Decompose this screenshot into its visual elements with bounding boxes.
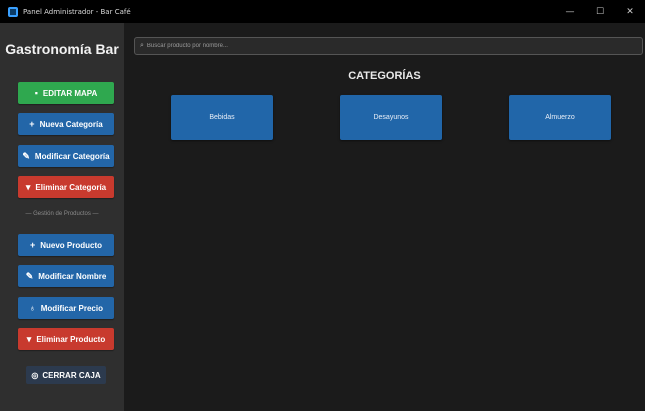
section-label-productos: — Gestión de Productos — xyxy=(25,211,99,217)
cerrar-caja-label: CERRAR CAJA xyxy=(42,370,101,380)
window-controls: — ☐ ✕ xyxy=(555,0,645,23)
editar-mapa-button[interactable]: ▪ EDITAR MAPA xyxy=(18,82,114,104)
pencil-icon: ✎ xyxy=(25,270,34,281)
category-card-bebidas[interactable]: Bebidas xyxy=(171,95,273,140)
window-title: Panel Administrador - Bar Café xyxy=(23,7,131,16)
search-icon: ⌕ xyxy=(140,42,144,49)
categories-title: CATEGORÍAS xyxy=(348,70,421,82)
plus-icon: + xyxy=(29,118,35,129)
nuevo-producto-button[interactable]: + Nuevo Producto xyxy=(18,234,114,256)
money-bag-icon: ♁ xyxy=(29,302,36,313)
eliminar-categoria-button[interactable]: ▾ Eliminar Categoría xyxy=(18,176,114,198)
trash-icon: ▾ xyxy=(25,181,31,192)
search-bar[interactable]: ⌕ xyxy=(134,37,643,55)
nueva-categoria-label: Nueva Categoría xyxy=(39,119,103,129)
plus-icon: + xyxy=(29,239,36,250)
main-panel: ⌕ CATEGORÍAS Bebidas Desayunos Almuerzo xyxy=(124,23,645,411)
eliminar-producto-label: Eliminar Producto xyxy=(36,334,106,344)
app-icon xyxy=(8,6,18,17)
cerrar-caja-button[interactable]: ◎ CERRAR CAJA xyxy=(26,366,106,384)
category-label: Almuerzo xyxy=(545,114,575,121)
modificar-precio-label: Modificar Precio xyxy=(40,303,103,313)
map-icon: ▪ xyxy=(34,87,38,98)
nueva-categoria-button[interactable]: + Nueva Categoría xyxy=(18,113,114,135)
category-label: Bebidas xyxy=(209,114,235,121)
modificar-nombre-label: Modificar Nombre xyxy=(38,271,107,281)
brand-title: Gastronomía Bar xyxy=(5,41,119,57)
modificar-categoria-button[interactable]: ✎ Modificar Categoría xyxy=(18,145,114,167)
editar-mapa-label: EDITAR MAPA xyxy=(42,88,98,98)
search-input[interactable] xyxy=(146,43,627,49)
pencil-icon: ✎ xyxy=(22,150,30,161)
category-card-desayunos[interactable]: Desayunos xyxy=(340,95,442,140)
modificar-categoria-label: Modificar Categoría xyxy=(34,151,110,161)
category-card-almuerzo[interactable]: Almuerzo xyxy=(509,95,611,140)
lock-icon: ◎ xyxy=(31,370,39,380)
modificar-nombre-button[interactable]: ✎ Modificar Nombre xyxy=(18,265,114,287)
title-bar: Panel Administrador - Bar Café — ☐ ✕ xyxy=(0,0,645,23)
eliminar-categoria-label: Eliminar Categoría xyxy=(35,182,107,192)
modificar-precio-button[interactable]: ♁ Modificar Precio xyxy=(18,297,114,319)
trash-icon: ▾ xyxy=(26,333,32,344)
category-label: Desayunos xyxy=(373,114,409,121)
maximize-button[interactable]: ☐ xyxy=(585,7,615,17)
eliminar-producto-button[interactable]: ▾ Eliminar Producto xyxy=(18,328,114,350)
sidebar: Gastronomía Bar ▪ EDITAR MAPA + Nueva Ca… xyxy=(0,23,124,411)
close-button[interactable]: ✕ xyxy=(615,7,645,17)
minimize-button[interactable]: — xyxy=(555,7,585,17)
nuevo-producto-label: Nuevo Producto xyxy=(40,240,103,250)
